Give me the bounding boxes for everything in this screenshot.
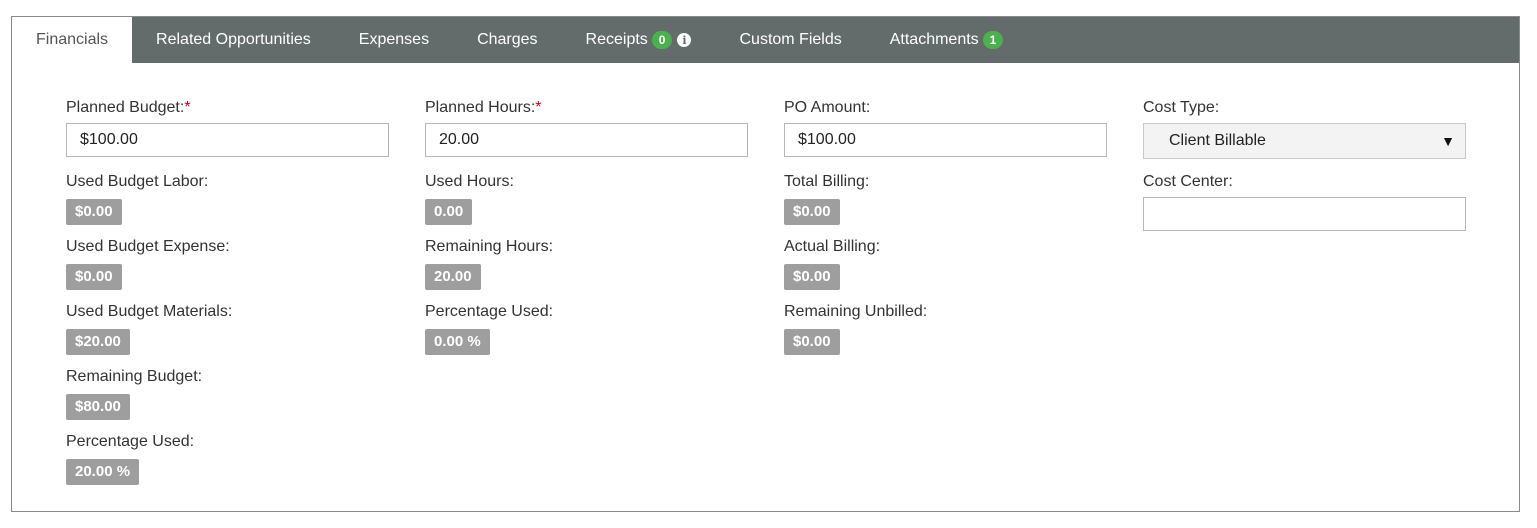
cost-column: Cost Type: Client Billable ▼ Cost Center…	[1143, 97, 1467, 245]
used-budget-materials-label: Used Budget Materials:	[66, 303, 233, 320]
cost-center-label: Cost Center:	[1143, 173, 1233, 190]
tab-label: Receipts	[585, 31, 648, 48]
tab-charges[interactable]: Charges	[453, 17, 561, 63]
billing-column: PO Amount: $100.00 Total Billing: $0.00 …	[784, 97, 1108, 366]
required-mark: *	[184, 99, 191, 116]
actual-billing-value: $0.00	[784, 264, 840, 290]
required-mark: *	[535, 99, 542, 116]
used-budget-expense-label: Used Budget Expense:	[66, 238, 230, 255]
used-budget-labor-value: $0.00	[66, 199, 122, 225]
cost-type-selected-value: Client Billable	[1169, 132, 1266, 149]
hours-percentage-used-label: Percentage Used:	[425, 303, 554, 320]
used-hours-value: 0.00	[425, 199, 473, 225]
tab-expenses[interactable]: Expenses	[335, 17, 453, 63]
remaining-hours-value: 20.00	[425, 264, 481, 290]
budget-percentage-used-label: Percentage Used:	[66, 433, 195, 450]
tab-financials[interactable]: Financials	[12, 17, 133, 63]
tab-label: Charges	[477, 31, 538, 48]
po-amount-label: PO Amount:	[784, 99, 871, 116]
used-budget-materials-value: $20.00	[66, 329, 130, 355]
total-billing-label: Total Billing:	[784, 173, 870, 190]
cost-type-label: Cost Type:	[1143, 99, 1220, 116]
remaining-hours-label: Remaining Hours:	[425, 238, 554, 255]
cost-center-input[interactable]	[1143, 197, 1466, 231]
tab-label: Financials	[36, 31, 109, 48]
po-amount-input[interactable]: $100.00	[784, 123, 1107, 157]
tab-bar: Financials Related Opportunities Expense…	[12, 17, 1519, 63]
tab-custom-fields[interactable]: Custom Fields	[715, 17, 865, 63]
actual-billing-label: Actual Billing:	[784, 238, 881, 255]
hours-percentage-used-value: 0.00 %	[425, 329, 490, 355]
used-budget-labor-label: Used Budget Labor:	[66, 173, 209, 190]
cost-type-select[interactable]: Client Billable ▼	[1143, 123, 1466, 159]
dropdown-arrow-icon: ▼	[1441, 133, 1455, 149]
remaining-unbilled-label: Remaining Unbilled:	[784, 303, 928, 320]
budget-column: Planned Budget:* $100.00 Used Budget Lab…	[66, 97, 390, 496]
tab-receipts[interactable]: Receipts 0 i	[562, 17, 716, 63]
budget-percentage-used-value: 20.00 %	[66, 459, 140, 485]
tab-label: Custom Fields	[739, 31, 842, 48]
tab-label: Related Opportunities	[156, 31, 311, 48]
planned-hours-label: Planned Hours:*	[425, 99, 542, 116]
remaining-budget-label: Remaining Budget:	[66, 368, 203, 385]
tab-attachments[interactable]: Attachments 1	[866, 17, 1028, 63]
total-billing-value: $0.00	[784, 199, 840, 225]
remaining-unbilled-value: $0.00	[784, 329, 840, 355]
receipts-count-badge: 0	[651, 31, 673, 49]
planned-hours-input[interactable]: 20.00	[425, 123, 748, 157]
info-icon[interactable]: i	[677, 33, 692, 47]
planned-budget-input[interactable]: $100.00	[66, 123, 389, 157]
planned-budget-label: Planned Budget:*	[66, 99, 191, 116]
hours-column: Planned Hours:* 20.00 Used Hours: 0.00 R…	[425, 97, 749, 366]
tab-label: Expenses	[358, 31, 430, 48]
tab-related-opportunities[interactable]: Related Opportunities	[132, 17, 335, 63]
financials-panel: Financials Related Opportunities Expense…	[11, 16, 1520, 512]
attachments-count-badge: 1	[982, 31, 1004, 49]
tab-label: Attachments	[889, 31, 979, 48]
remaining-budget-value: $80.00	[66, 394, 130, 420]
used-hours-label: Used Hours:	[425, 173, 514, 190]
used-budget-expense-value: $0.00	[66, 264, 122, 290]
